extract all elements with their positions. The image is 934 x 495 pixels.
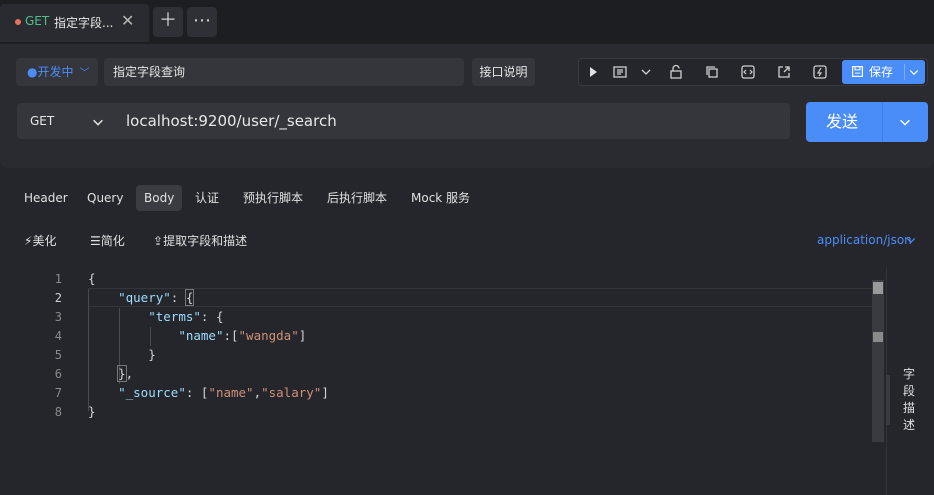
unsaved-dot-icon [15,19,21,25]
tab-method: GET [25,14,50,28]
more-icon[interactable]: ⋯ [187,7,217,37]
content-type-label: application/json [817,233,912,247]
environment-label: 开发中 [37,65,74,79]
url-input[interactable]: localhost:9200/user/_search [118,103,790,139]
save-button[interactable]: 保存 [842,60,925,84]
current-line-highlight [88,288,872,307]
divider [882,102,883,142]
chevron-down-icon [93,119,103,126]
scrollbar-thumb[interactable] [873,282,883,294]
save-icon [852,66,863,77]
tab-pre-script[interactable]: 预执行脚本 [235,185,311,211]
code-icon[interactable] [740,64,756,80]
code-line: "terms": { [148,309,224,324]
line-number: 7 [54,386,62,400]
chevron-down-icon [906,238,916,244]
beautify-label: 美化 [32,234,57,248]
chevron-down-icon[interactable] [908,66,920,78]
line-number: 4 [54,329,62,343]
flash-icon[interactable] [812,64,828,80]
tab-query[interactable]: Query [79,185,131,211]
code-line: } [88,404,96,419]
save-label: 保存 [869,65,894,79]
tab-header[interactable]: Header [16,185,76,211]
env-dot-icon: ● [27,65,38,79]
add-tab-button[interactable]: ＋ [153,7,183,37]
simplify-label: 简化 [100,234,125,248]
code-line: } [88,347,156,362]
api-name-input[interactable]: 指定字段查询 [104,58,464,86]
chevron-down-icon[interactable] [898,115,912,129]
editor-scrollbar[interactable] [872,280,884,442]
line-number: 3 [54,310,62,324]
chevron-down-icon: ﹀ [79,68,90,79]
content-type-selector[interactable]: application/json [817,233,916,247]
method-selector[interactable]: GET [17,103,118,139]
document-icon[interactable] [612,64,628,80]
extract-label: 提取字段和描述 [163,234,248,248]
environment-selector[interactable]: ●开发中 ﹀ [16,58,98,86]
tab-title: 指定字段... [54,16,114,30]
chevron-down-icon[interactable] [638,64,654,80]
line-number: 1 [54,272,62,286]
panel-handle[interactable] [886,375,890,425]
run-icon[interactable] [585,64,601,80]
list-icon: ☰ [90,234,101,248]
line-number: 5 [54,348,62,362]
tab-auth[interactable]: 认证 [187,185,227,211]
line-number: 6 [54,367,62,381]
tab-body[interactable]: Body [136,185,183,211]
beautify-button[interactable]: ⚡美化 [24,232,56,249]
divider [904,64,905,80]
simplify-button[interactable]: ☰简化 [90,232,125,249]
code-line: "query": { [118,289,195,306]
upload-icon: ⇪ [153,234,164,248]
code-line: "name":["wangda"] [178,328,307,343]
code-line: }, [117,365,134,382]
scrollbar-marker [873,332,883,342]
field-description-label[interactable]: 字段描述 [900,366,918,434]
method-label: GET [30,114,55,128]
code-line: "_source": ["name","salary"] [118,385,329,400]
copy-icon[interactable] [704,64,720,80]
unlock-icon[interactable] [668,64,684,80]
line-number: 8 [54,405,62,419]
share-icon[interactable] [776,64,792,80]
extract-fields-button[interactable]: ⇪提取字段和描述 [153,232,247,249]
api-doc-button[interactable]: 接口说明 [472,58,535,86]
send-button[interactable]: 发送 [806,102,928,142]
tab-post-script[interactable]: 后执行脚本 [319,185,395,211]
close-icon[interactable]: ✕ [121,11,134,30]
send-label: 发送 [826,112,859,131]
tab-mock[interactable]: Mock 服务 [403,185,478,211]
code-line: { [88,271,96,286]
line-number: 2 [54,291,62,305]
